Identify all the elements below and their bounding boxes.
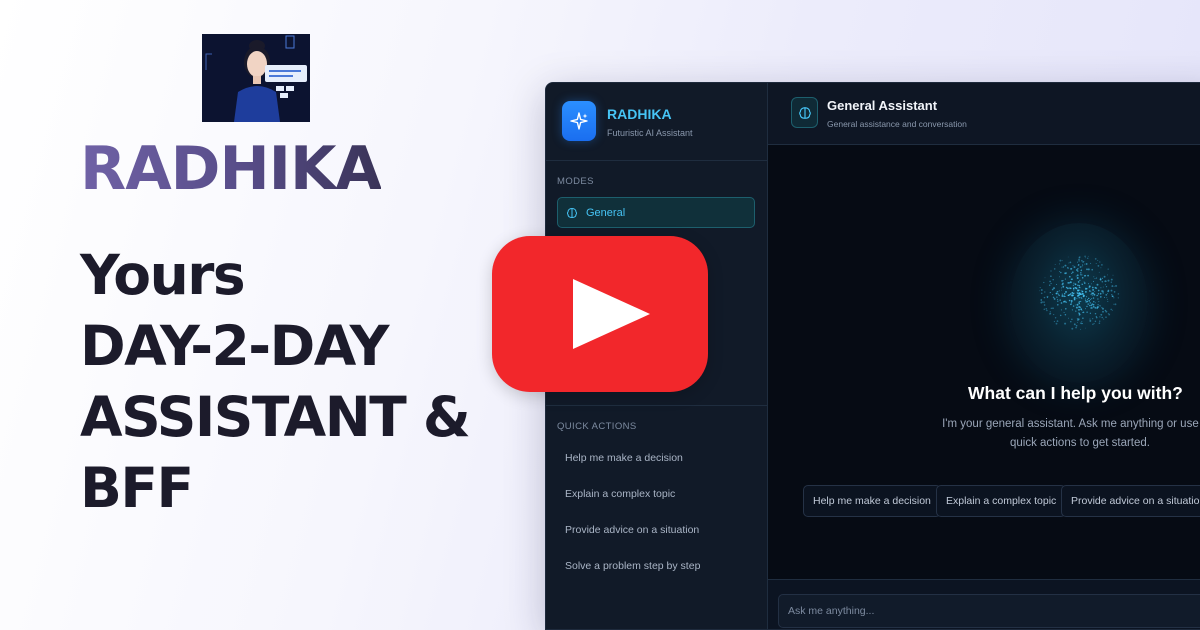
main-panel: General Assistant General assistance and…	[768, 83, 1200, 629]
play-icon	[573, 279, 650, 349]
mode-label: General	[586, 206, 626, 219]
chat-title: General Assistant	[827, 98, 938, 113]
app-subtitle: Futuristic AI Assistant	[607, 128, 693, 138]
welcome-text: I'm your general assistant. Ask me anyth…	[942, 418, 1200, 449]
input-bar	[768, 579, 1200, 629]
quick-action-item[interactable]: Provide advice on a situation	[565, 524, 699, 536]
particle-orb-icon	[1010, 223, 1148, 383]
brand-title: RADHIKA	[80, 134, 382, 204]
avatar-illustration	[202, 34, 310, 122]
brain-icon	[791, 97, 818, 128]
quick-actions-label: QUICK ACTIONS	[557, 421, 637, 432]
tagline-line: BFF	[80, 456, 194, 520]
suggestion-chip[interactable]: Provide advice on a situation	[1061, 485, 1200, 517]
app-name: RADHIKA	[607, 106, 672, 122]
chat-area: What can I help you with? I'm your gener…	[768, 145, 1200, 579]
hero-tagline: Yours DAY-2-DAY ASSISTANT & BFF	[80, 240, 530, 524]
message-input[interactable]	[778, 594, 1200, 628]
sidebar-header: RADHIKA Futuristic AI Assistant	[546, 83, 767, 161]
tagline-line: Yours	[80, 243, 246, 307]
sparkle-icon	[562, 101, 596, 141]
welcome-title: What can I help you with?	[968, 383, 1183, 403]
play-button[interactable]	[492, 236, 708, 392]
quick-action-item[interactable]: Help me make a decision	[565, 452, 683, 464]
quick-action-item[interactable]: Explain a complex topic	[565, 488, 675, 500]
chat-header: General Assistant General assistance and…	[768, 83, 1200, 145]
sidebar-divider	[546, 405, 767, 406]
assistant-avatar-icon	[202, 34, 310, 122]
brain-icon	[566, 207, 578, 219]
suggestion-chip[interactable]: Help me make a decision	[803, 485, 941, 517]
tagline-line: DAY-2-DAY	[80, 314, 389, 378]
modes-label: MODES	[557, 176, 594, 187]
quick-action-item[interactable]: Solve a problem step by step	[565, 560, 700, 572]
chat-subtitle: General assistance and conversation	[827, 119, 967, 129]
suggestion-chip[interactable]: Explain a complex topic	[936, 485, 1067, 517]
mode-general[interactable]: General	[557, 197, 755, 228]
tagline-line: ASSISTANT &	[80, 385, 471, 449]
